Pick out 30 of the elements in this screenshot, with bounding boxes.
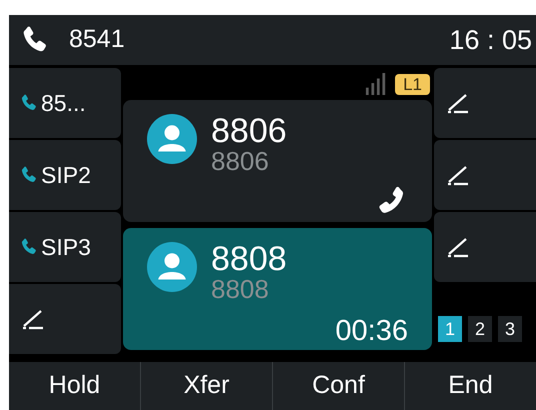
call-duration: 00:36: [335, 317, 408, 346]
empty-line-key[interactable]: [434, 68, 536, 138]
caller-number: 8806: [211, 148, 270, 174]
contact-avatar-icon: [147, 114, 197, 164]
line-key[interactable]: SIP3: [9, 212, 121, 282]
softkey-button[interactable]: End: [404, 362, 536, 410]
caller-number: 8808: [211, 276, 270, 302]
line-key[interactable]: SIP2: [9, 140, 121, 210]
empty-line-key[interactable]: [434, 212, 536, 282]
caller-name: 8808: [211, 242, 287, 276]
edit-icon: [446, 164, 470, 186]
edit-icon: [446, 92, 470, 114]
call-card[interactable]: 8808 8808 00:36: [123, 228, 432, 350]
call-card[interactable]: 8806 8806: [123, 100, 432, 222]
edit-icon: [446, 236, 470, 258]
clock-time: 16 : 05: [449, 24, 532, 57]
softkey-button[interactable]: Conf: [272, 362, 404, 410]
page-indicator[interactable]: 2: [468, 316, 492, 342]
softkey-button[interactable]: Xfer: [140, 362, 272, 410]
caller-name: 8806: [211, 114, 287, 148]
page-indicator[interactable]: 3: [498, 316, 522, 342]
line-badge: L1: [395, 74, 430, 94]
line-key[interactable]: 85...: [9, 68, 121, 138]
account-number: 8541: [69, 24, 125, 56]
empty-line-key[interactable]: [434, 140, 536, 210]
contact-avatar-icon: [147, 242, 197, 292]
edit-icon: [21, 308, 45, 330]
signal-icon: [365, 72, 388, 96]
softkey-button[interactable]: Hold: [9, 362, 140, 410]
empty-line-key[interactable]: [9, 284, 121, 354]
